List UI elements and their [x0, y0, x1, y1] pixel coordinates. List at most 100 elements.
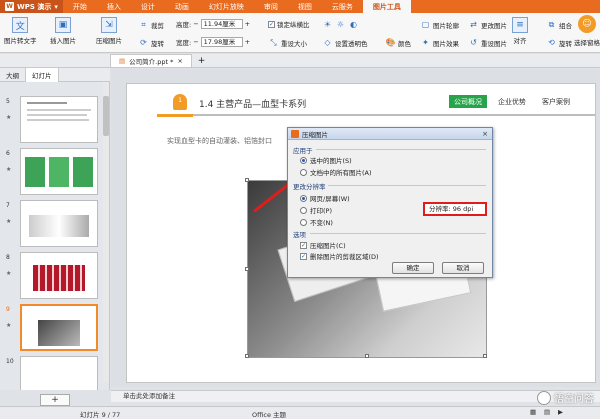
lock-ratio-checkbox[interactable]: ✓ 锁定纵横比 [268, 19, 310, 29]
thumbnail-row[interactable]: 7 ★ [0, 200, 109, 250]
resize-handle[interactable] [365, 354, 369, 358]
nav-company-overview[interactable]: 公司概况 [449, 95, 487, 108]
tab-outline[interactable]: 大纲 [0, 68, 25, 82]
insert-pic-button[interactable]: ▣ 插入图片 [50, 17, 76, 45]
thumbnail-number: 9 [6, 306, 10, 313]
pic-effect-button[interactable]: ✦ 图片效果 [420, 37, 459, 48]
resize-handle[interactable] [245, 178, 249, 182]
thumbnail-scrollbar[interactable] [103, 82, 109, 382]
apply-all-radio[interactable]: 文档中的所有图片(A) [300, 167, 372, 177]
tab-insert[interactable]: 插入 [97, 0, 131, 13]
view-normal-icon[interactable]: ▦ [530, 408, 536, 416]
notes-area[interactable]: 单击此处添加备注 [111, 390, 600, 402]
thumbnail-number: 10 [6, 358, 14, 365]
tab-cloud[interactable]: 云服务 [322, 0, 363, 13]
tab-view[interactable]: 视图 [288, 0, 322, 13]
close-icon[interactable]: × [481, 130, 489, 138]
resize-handle[interactable] [483, 354, 487, 358]
tab-review[interactable]: 审阅 [254, 0, 288, 13]
color-button[interactable]: 🎨 颜色 [385, 37, 411, 48]
rotate-label: 旋转 [151, 39, 164, 48]
add-slide-button[interactable]: + [40, 394, 70, 406]
thumbnail-row[interactable]: 6 ★ [0, 148, 109, 198]
add-tab-icon[interactable]: + [198, 56, 206, 66]
document-tab[interactable]: ▤ 公司简介.ppt * × [110, 54, 192, 67]
pic-outline-button[interactable]: ▢ 图片轮廓 [420, 19, 459, 30]
status-bar: 幻灯片 9 / 77 Office 主题 ▦ ▤ ▶ [0, 406, 600, 419]
group-label: 组合 [559, 21, 572, 30]
crop-button[interactable]: ⌗ 裁剪 [138, 19, 164, 30]
rotate2-button[interactable]: ⟲ 旋转 [546, 37, 572, 48]
animation-star-icon: ★ [6, 270, 12, 277]
view-sorter-icon[interactable]: ▤ [544, 408, 550, 416]
title-underline [157, 114, 595, 116]
radio-icon [300, 206, 307, 214]
selection-pane-button[interactable]: 选择窗格 [574, 37, 600, 47]
height-input[interactable]: 11.94厘米 [200, 19, 243, 29]
compress-pictures-checkbox[interactable]: ✓ 压缩图片(C) [300, 240, 346, 250]
cancel-button[interactable]: 取消 [442, 262, 484, 274]
document-filename: 公司简介.ppt * [129, 58, 174, 66]
thumbnail-row[interactable]: 9 ★ [0, 304, 109, 354]
slide-title[interactable]: 1.4 主营产品—血型卡系列 [199, 97, 306, 110]
thumbnail-row[interactable]: 10 [0, 356, 109, 390]
slide-body-text[interactable]: 实现血型卡的自动灌装、铝箔封口 [167, 136, 272, 146]
slideshow-icon[interactable]: ▶ [558, 408, 563, 416]
tab-design[interactable]: 设计 [131, 0, 165, 13]
tab-slideshow[interactable]: 幻灯片放映 [199, 0, 254, 13]
group-button[interactable]: ⧉ 组合 [546, 19, 572, 30]
tab-animation[interactable]: 动画 [165, 0, 199, 13]
contrast-icon[interactable]: ◐ [348, 19, 359, 30]
plus-icon[interactable]: + [245, 20, 250, 28]
compress-pic-button[interactable]: ⇲ 压缩图片 [96, 17, 122, 45]
close-icon[interactable]: × [177, 57, 182, 65]
brightness-up-icon[interactable]: ☀ [322, 19, 333, 30]
resize-handle[interactable] [245, 354, 249, 358]
nav-customer-cases[interactable]: 客户案例 [537, 95, 575, 108]
delete-crop-checkbox[interactable]: ✓ 删除图片的剪裁区域(D) [300, 251, 379, 261]
tab-picture-tools[interactable]: 图片工具 [362, 0, 411, 13]
thumbnail-row[interactable]: 5 ★ [0, 96, 109, 146]
resolution-web-radio[interactable]: 网页/屏幕(W) [300, 193, 350, 203]
reset-pic-button[interactable]: ↺ 重设图片 [468, 37, 507, 48]
reset-size-button[interactable]: ⤡ 重设大小 [268, 37, 307, 48]
rotate-button[interactable]: ⟳ 旋转 [138, 37, 164, 48]
thumbnail-row[interactable]: 8 ★ [0, 252, 109, 302]
user-avatar-icon[interactable]: ☺ [578, 15, 596, 33]
app-name: WPS 演示 [17, 2, 52, 11]
rotate2-icon: ⟲ [548, 38, 555, 47]
tab-slides[interactable]: 幻灯片 [25, 67, 59, 82]
width-input[interactable]: 17.98厘米 [200, 37, 243, 47]
minus-icon[interactable]: − [193, 20, 198, 28]
minus-icon[interactable]: − [193, 38, 198, 46]
divider [316, 149, 486, 150]
brightness-down-icon[interactable]: ☼ [335, 19, 346, 30]
resize-handle[interactable] [245, 267, 249, 271]
ok-button[interactable]: 确定 [392, 262, 434, 274]
dialog-title-bar[interactable]: 压缩图片 [288, 128, 492, 140]
plus-icon[interactable]: + [245, 38, 250, 46]
slide-thumbnail[interactable] [20, 356, 98, 390]
nav-advantages[interactable]: 企业优势 [493, 95, 531, 108]
slide-thumbnail[interactable] [20, 200, 98, 247]
tab-start[interactable]: 开始 [63, 0, 97, 13]
height-label: 高度: [176, 21, 192, 29]
pic-to-text-button[interactable]: 文 图片转文字 [4, 17, 37, 45]
set-transparent-button[interactable]: ◇ 设置透明色 [322, 37, 367, 48]
section-marker: 1 [173, 94, 187, 110]
slide-thumbnail[interactable] [20, 148, 98, 195]
resolution-print-radio[interactable]: 打印(P) [300, 205, 332, 215]
slide-thumbnail[interactable] [20, 252, 98, 299]
rotate-icon: ⟳ [140, 38, 147, 47]
change-image-icon: ⇄ [470, 20, 477, 29]
reset-image-icon: ↺ [470, 38, 477, 47]
align-button[interactable]: ≡ 对齐 [512, 17, 528, 45]
slide-thumbnail[interactable] [20, 96, 98, 143]
resolution-nochange-radio[interactable]: 不变(N) [300, 217, 333, 227]
apply-selected-radio[interactable]: 选中的图片(S) [300, 155, 352, 165]
reset-size-icon: ⤡ [270, 37, 277, 47]
resolution-section-label: 更改分辨率 [293, 183, 326, 191]
slide-thumbnail-selected[interactable] [20, 304, 98, 351]
change-pic-button[interactable]: ⇄ 更改图片 [468, 19, 507, 30]
app-menu-button[interactable]: W WPS 演示 ▾ [0, 0, 63, 13]
